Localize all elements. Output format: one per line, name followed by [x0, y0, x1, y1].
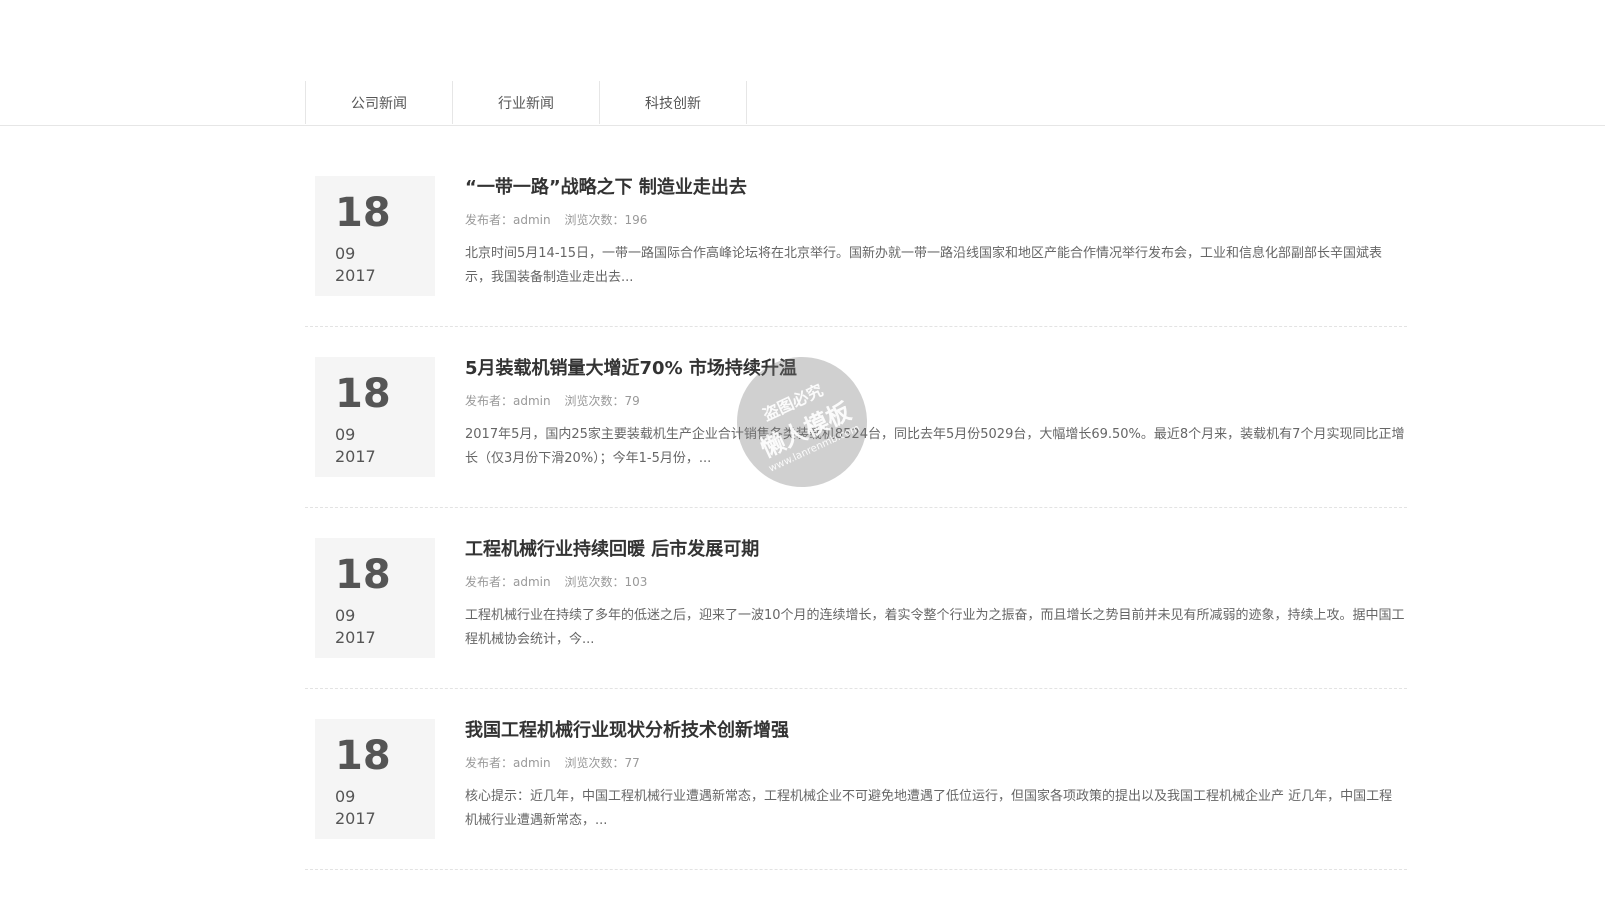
date-month: 09	[335, 606, 356, 625]
news-content: 工程机械行业持续回暖 后市发展可期 发布者：admin 浏览次数：103 工程机…	[465, 538, 1405, 652]
news-tabs: 公司新闻 行业新闻 科技创新	[305, 81, 747, 125]
tab-tech-innovation[interactable]: 科技创新	[599, 81, 747, 124]
date-year: 2017	[335, 266, 376, 285]
news-list: 18 09 2017 “一带一路”战略之下 制造业走出去 发布者：admin 浏…	[305, 176, 1407, 900]
news-item: 18 09 2017 5月装载机销量大增近70% 市场持续升温 发布者：admi…	[305, 357, 1407, 508]
tab-industry-news[interactable]: 行业新闻	[452, 81, 599, 124]
news-summary: 工程机械行业在持续了多年的低迷之后，迎来了一波10个月的连续增长，着实令整个行业…	[465, 608, 1405, 647]
date-year: 2017	[335, 809, 376, 828]
news-title[interactable]: 5月装载机销量大增近70% 市场持续升温	[465, 357, 1405, 381]
date-day: 18	[335, 190, 391, 236]
news-author: 发布者：admin	[465, 213, 551, 227]
date-day: 18	[335, 552, 391, 598]
news-item: 18 09 2017 我国工程机械行业现状分析技术创新增强 发布者：admin …	[305, 719, 1407, 870]
date-month: 09	[335, 425, 356, 444]
date-box: 18 09 2017	[315, 176, 435, 296]
date-box: 18 09 2017	[315, 719, 435, 839]
news-author: 发布者：admin	[465, 756, 551, 770]
news-title[interactable]: 工程机械行业持续回暖 后市发展可期	[465, 538, 1405, 562]
news-item: 18 09 2017 工程机械行业持续回暖 后市发展可期 发布者：admin 浏…	[305, 538, 1407, 689]
news-summary: 2017年5月，国内25家主要装载机生产企业合计销售各类装载机8524台，同比去…	[465, 427, 1405, 466]
news-content: “一带一路”战略之下 制造业走出去 发布者：admin 浏览次数：196 北京时…	[465, 176, 1405, 290]
news-meta: 发布者：admin 浏览次数：196	[465, 212, 1405, 228]
news-summary: 核心提示：近几年，中国工程机械行业遭遇新常态，工程机械企业不可避免地遭遇了低位运…	[465, 789, 1393, 828]
news-content: 我国工程机械行业现状分析技术创新增强 发布者：admin 浏览次数：77 核心提…	[465, 719, 1405, 833]
news-author: 发布者：admin	[465, 575, 551, 589]
date-day: 18	[335, 371, 391, 417]
date-month: 09	[335, 787, 356, 806]
news-views: 浏览次数：103	[564, 575, 648, 589]
news-author: 发布者：admin	[465, 394, 551, 408]
news-views: 浏览次数：79	[564, 394, 640, 408]
tab-company-news[interactable]: 公司新闻	[305, 81, 452, 124]
date-box: 18 09 2017	[315, 538, 435, 658]
news-meta: 发布者：admin 浏览次数：77	[465, 755, 1405, 771]
news-meta: 发布者：admin 浏览次数：103	[465, 574, 1405, 590]
news-views: 浏览次数：196	[564, 213, 648, 227]
news-title[interactable]: “一带一路”战略之下 制造业走出去	[465, 176, 1405, 200]
news-title[interactable]: 我国工程机械行业现状分析技术创新增强	[465, 719, 1405, 743]
news-views: 浏览次数：77	[564, 756, 640, 770]
date-day: 18	[335, 733, 391, 779]
date-box: 18 09 2017	[315, 357, 435, 477]
date-year: 2017	[335, 447, 376, 466]
news-summary: 北京时间5月14-15日，一带一路国际合作高峰论坛将在北京举行。国新办就一带一路…	[465, 246, 1383, 285]
news-content: 5月装载机销量大增近70% 市场持续升温 发布者：admin 浏览次数：79 2…	[465, 357, 1405, 471]
news-item: 18 09 2017 “一带一路”战略之下 制造业走出去 发布者：admin 浏…	[305, 176, 1407, 327]
date-month: 09	[335, 244, 356, 263]
tabs-bar: 公司新闻 行业新闻 科技创新	[0, 81, 1605, 126]
news-meta: 发布者：admin 浏览次数：79	[465, 393, 1405, 409]
date-year: 2017	[335, 628, 376, 647]
